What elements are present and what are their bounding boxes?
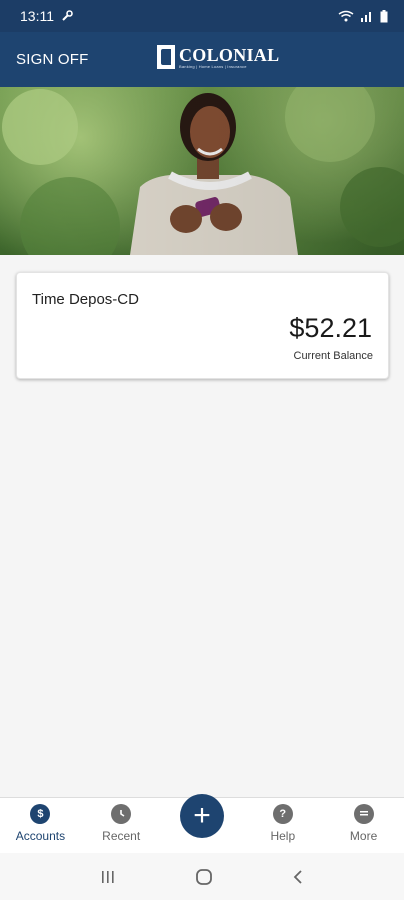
nav-help-label: Help (270, 829, 296, 843)
recent-apps-icon[interactable] (99, 869, 117, 885)
more-icon (353, 804, 374, 824)
help-icon: ? (272, 804, 293, 824)
nav-more[interactable]: More (323, 798, 404, 853)
sign-off-button[interactable]: SIGN OFF (16, 51, 88, 68)
battery-icon (380, 9, 388, 22)
status-bar: 13:11 (0, 0, 404, 32)
add-button[interactable]: + (179, 794, 224, 838)
system-nav-bar (0, 853, 404, 900)
wifi-icon (338, 10, 354, 22)
bottom-nav: $ Accounts Recent + ? Help More (0, 794, 404, 853)
logo-title: COLONIAL (179, 44, 280, 65)
signal-icon (361, 12, 371, 22)
nav-recent[interactable]: Recent (81, 798, 162, 853)
nav-add-wrapper: + (162, 794, 243, 853)
nav-more-label: More (349, 829, 378, 843)
status-time: 13:11 (20, 8, 54, 24)
plus-icon: + (193, 799, 211, 832)
clock-icon (111, 804, 132, 824)
nav-accounts-label: Accounts (15, 829, 66, 843)
logo-mark-icon (157, 45, 175, 69)
colonial-logo: COLONIAL Banking | Home Loans | Insuranc… (157, 45, 279, 69)
accounts-icon: $ (30, 804, 51, 824)
nav-recent-label: Recent (102, 829, 141, 843)
account-name: Time Depos-CD (32, 291, 139, 308)
account-balance-caption: Current Balance (293, 350, 374, 362)
status-time-group: 13:11 (20, 8, 74, 24)
account-balance: $52.21 (289, 313, 372, 343)
logo-subtitle: Banking | Home Loans | Insurance (179, 63, 247, 69)
nav-help[interactable]: ? Help (242, 798, 323, 853)
app-header: SIGN OFF COLONIAL Banking | Home Loans |… (0, 32, 404, 87)
hero-banner (0, 87, 404, 255)
hero-shade (0, 87, 404, 255)
back-icon[interactable] (291, 869, 305, 885)
status-icons (338, 9, 388, 23)
wrench-icon (62, 10, 73, 21)
home-icon[interactable] (195, 868, 213, 886)
account-card[interactable]: Time Depos-CD $52.21 Current Balance (16, 272, 389, 379)
nav-accounts[interactable]: $ Accounts (0, 798, 81, 853)
